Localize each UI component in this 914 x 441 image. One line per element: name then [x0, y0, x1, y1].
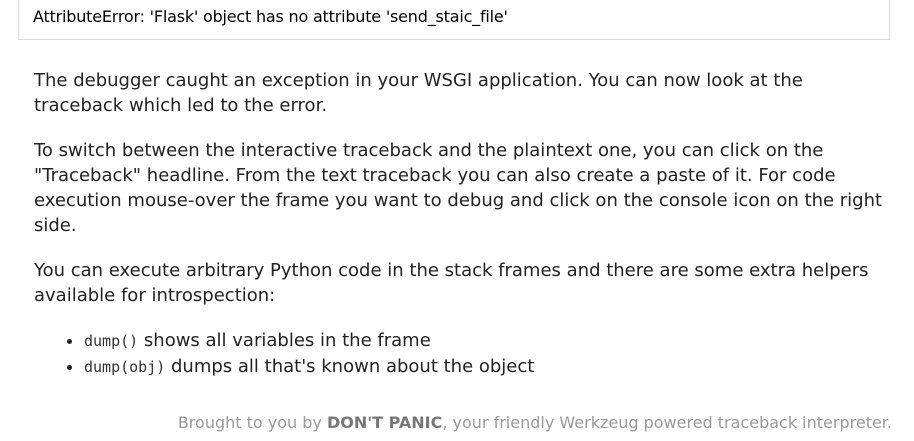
helper-code: dump(obj)	[84, 358, 166, 376]
helpers-list: dump() shows all variables in the frame …	[34, 328, 884, 380]
helper-code: dump()	[84, 332, 139, 350]
helper-description: shows all variables in the frame	[138, 330, 431, 351]
helper-item-dump-obj: dump(obj) dumps all that's known about t…	[84, 354, 884, 380]
helper-description: dumps all that's known about the object	[165, 356, 535, 377]
error-message-box: AttributeError: 'Flask' object has no at…	[18, 0, 890, 40]
explanation-paragraph-intro: The debugger caught an exception in your…	[34, 70, 803, 116]
explanation-paragraph-helpers: You can execute arbitrary Python code in…	[34, 260, 869, 306]
footer: Brought to you by DON'T PANIC, your frie…	[178, 413, 892, 432]
explanation-paragraph-traceback: To switch between the interactive traceb…	[34, 140, 883, 236]
explanation-section: The debugger caught an exception in your…	[34, 68, 884, 380]
footer-prefix: Brought to you by	[177, 413, 327, 432]
error-message: AttributeError: 'Flask' object has no at…	[33, 7, 508, 26]
footer-suffix: , your friendly Werkzeug powered traceba…	[442, 413, 892, 432]
helper-item-dump: dump() shows all variables in the frame	[84, 328, 884, 354]
footer-brand: DON'T PANIC	[326, 413, 443, 432]
